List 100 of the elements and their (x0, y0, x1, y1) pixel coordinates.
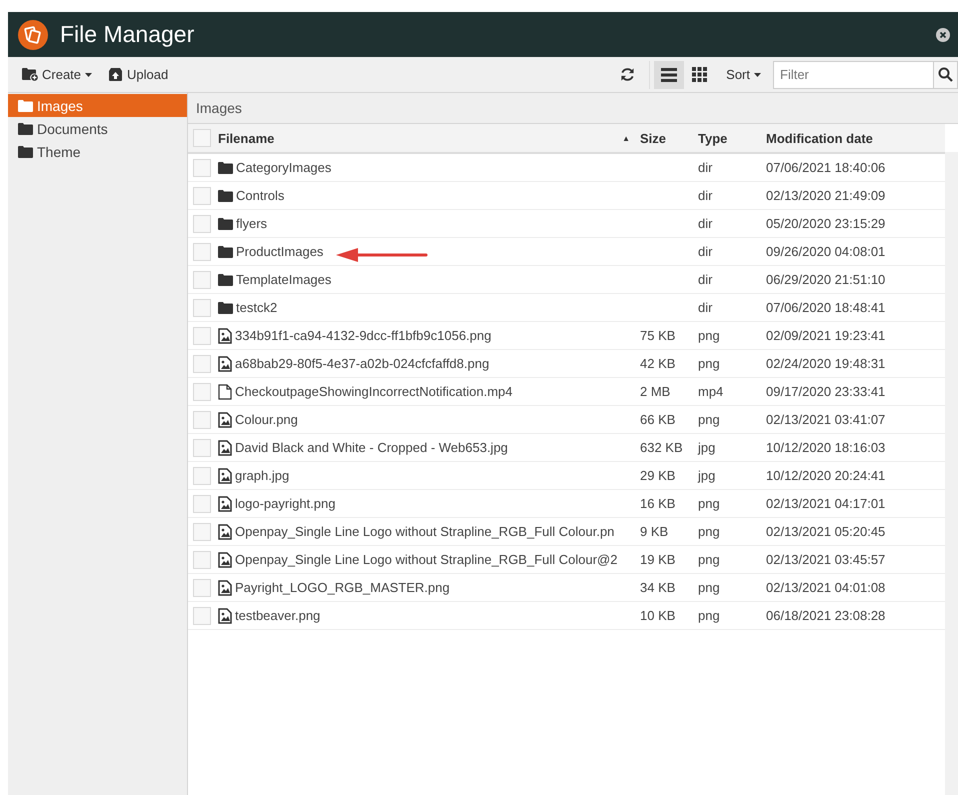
date-cell-text: 05/20/2020 23:15:29 (766, 216, 886, 231)
size-cell-text: 42 KB (640, 356, 676, 371)
image-file-icon (218, 524, 232, 540)
row-checkbox[interactable] (193, 158, 211, 176)
row-checkbox[interactable] (193, 438, 211, 456)
type-cell-text: png (698, 552, 721, 567)
size-cell-text: 16 KB (640, 496, 676, 511)
row-checkbox[interactable] (193, 326, 211, 344)
column-header[interactable]: Modification date (766, 130, 873, 146)
filename: Controls (236, 188, 284, 203)
filename: a68bab29-80f5-4e37-a02b-024cfcfaffd8.png (235, 356, 490, 371)
filename: CheckoutpageShowingIncorrectNotification.mp4 (235, 384, 512, 399)
folder-icon (18, 122, 33, 134)
type-cell-text: dir (698, 300, 714, 315)
row-checkbox[interactable] (193, 550, 211, 568)
filename: logo-payright.png (235, 496, 336, 511)
filename: CategoryImages (236, 160, 332, 175)
image-file-icon (218, 608, 232, 624)
folder-icon (218, 218, 233, 230)
sort-button[interactable]: Sort (720, 63, 767, 86)
caret-icon (754, 72, 761, 76)
type-cell-text: mp4 (698, 384, 724, 399)
image-file-icon (218, 356, 232, 372)
date-cell-text: 06/29/2020 21:51:10 (766, 272, 886, 287)
date-cell-text: 06/18/2021 23:08:28 (766, 608, 886, 623)
type-cell-text: png (698, 496, 721, 511)
filename: Colour.png (235, 412, 298, 427)
folder-icon (218, 162, 233, 174)
filename: graph.jpg (235, 468, 290, 483)
date-cell-text: 02/09/2021 19:23:41 (766, 328, 886, 343)
sort-indicator: ▲ (622, 134, 630, 142)
view-toggle[interactable] (654, 60, 684, 88)
type-cell-text: dir (698, 244, 714, 259)
size-cell-text: 19 KB (640, 552, 676, 567)
date-cell-text: 02/13/2021 04:17:01 (766, 496, 886, 511)
column-header[interactable]: Size (640, 130, 666, 146)
refresh-icon[interactable] (620, 67, 636, 82)
date-cell-text: 02/13/2021 04:01:08 (766, 580, 886, 595)
filename: ProductImages (236, 244, 324, 259)
image-file-icon (218, 412, 232, 428)
row-checkbox[interactable] (193, 382, 211, 400)
size-cell-text: 632 KB (640, 440, 684, 455)
sidebar-item[interactable]: Documents (8, 117, 187, 140)
type-cell-text: png (698, 412, 721, 427)
type-cell-text: jpg (698, 440, 716, 455)
search-icon (938, 67, 953, 82)
filename: Openpay_Single Line Logo without Strapline_RGB_Full Colour@2 (235, 552, 618, 567)
upload-button[interactable]: Upload (102, 63, 174, 86)
row-checkbox[interactable] (193, 242, 211, 260)
row-checkbox[interactable] (193, 466, 211, 484)
filename: 334b91f1-ca94-4132-9dcc-ff1bfb9c1056.png (235, 328, 492, 343)
date-cell-text: 02/13/2020 21:49:09 (766, 188, 886, 203)
type-cell-text: dir (698, 188, 714, 203)
close-icon[interactable] (936, 28, 950, 42)
row-checkbox[interactable] (193, 522, 211, 540)
create-button[interactable]: Create (16, 63, 98, 86)
filter-field[interactable]: Filter (773, 60, 933, 88)
filename: Openpay_Single Line Logo without Strapline_RGB_Full Colour.pn (235, 524, 614, 539)
filename: flyers (236, 216, 268, 231)
type-cell-text: jpg (698, 468, 716, 483)
row-checkbox[interactable] (193, 186, 211, 204)
folder-icon (18, 100, 33, 112)
row-checkbox[interactable] (193, 494, 211, 512)
app-logo-icon (18, 20, 48, 50)
row-checkbox[interactable] (193, 606, 211, 624)
date-cell-text: 07/06/2020 18:48:41 (766, 300, 886, 315)
date-cell-text: 07/06/2021 18:40:06 (766, 160, 886, 175)
image-file-icon (218, 468, 232, 484)
search-button[interactable] (933, 60, 958, 88)
type-cell-text: png (698, 328, 721, 343)
date-cell-text: 09/26/2020 04:08:01 (766, 244, 886, 259)
row-checkbox[interactable] (193, 410, 211, 428)
folder-icon (218, 302, 233, 314)
filename: David Black and White - Cropped - Web653.jpg (235, 440, 508, 455)
type-cell-text: dir (698, 272, 714, 287)
filename: TemplateImages (236, 272, 332, 287)
filename: Payright_LOGO_RGB_MASTER.png (235, 580, 450, 595)
date-cell-text: 09/17/2020 23:33:41 (766, 384, 886, 399)
sidebar-item[interactable]: Theme (8, 140, 187, 163)
filename: testck2 (236, 300, 278, 315)
type-cell-text: dir (698, 160, 714, 175)
date-cell-text: 10/12/2020 20:24:41 (766, 468, 886, 483)
date-cell-text: 02/24/2020 19:48:31 (766, 356, 886, 371)
row-checkbox[interactable] (193, 578, 211, 596)
date-cell-text: 02/13/2021 03:41:07 (766, 412, 886, 427)
size-cell-text: 10 KB (640, 608, 676, 623)
row-checkbox[interactable] (193, 214, 211, 232)
column-header[interactable]: Type (698, 130, 728, 146)
date-cell-text: 10/12/2020 18:16:03 (766, 440, 886, 455)
select-all-checkbox[interactable] (193, 129, 211, 147)
image-file-icon (218, 328, 232, 344)
folder-icon (218, 274, 233, 286)
row-checkbox[interactable] (193, 298, 211, 316)
list-view-icon (661, 68, 678, 82)
folder-plus-icon (22, 68, 38, 81)
row-checkbox[interactable] (193, 270, 211, 288)
column-header[interactable]: Filename (218, 130, 274, 146)
image-file-icon (218, 440, 232, 456)
row-checkbox[interactable] (193, 354, 211, 372)
size-cell-text: 75 KB (640, 328, 676, 343)
